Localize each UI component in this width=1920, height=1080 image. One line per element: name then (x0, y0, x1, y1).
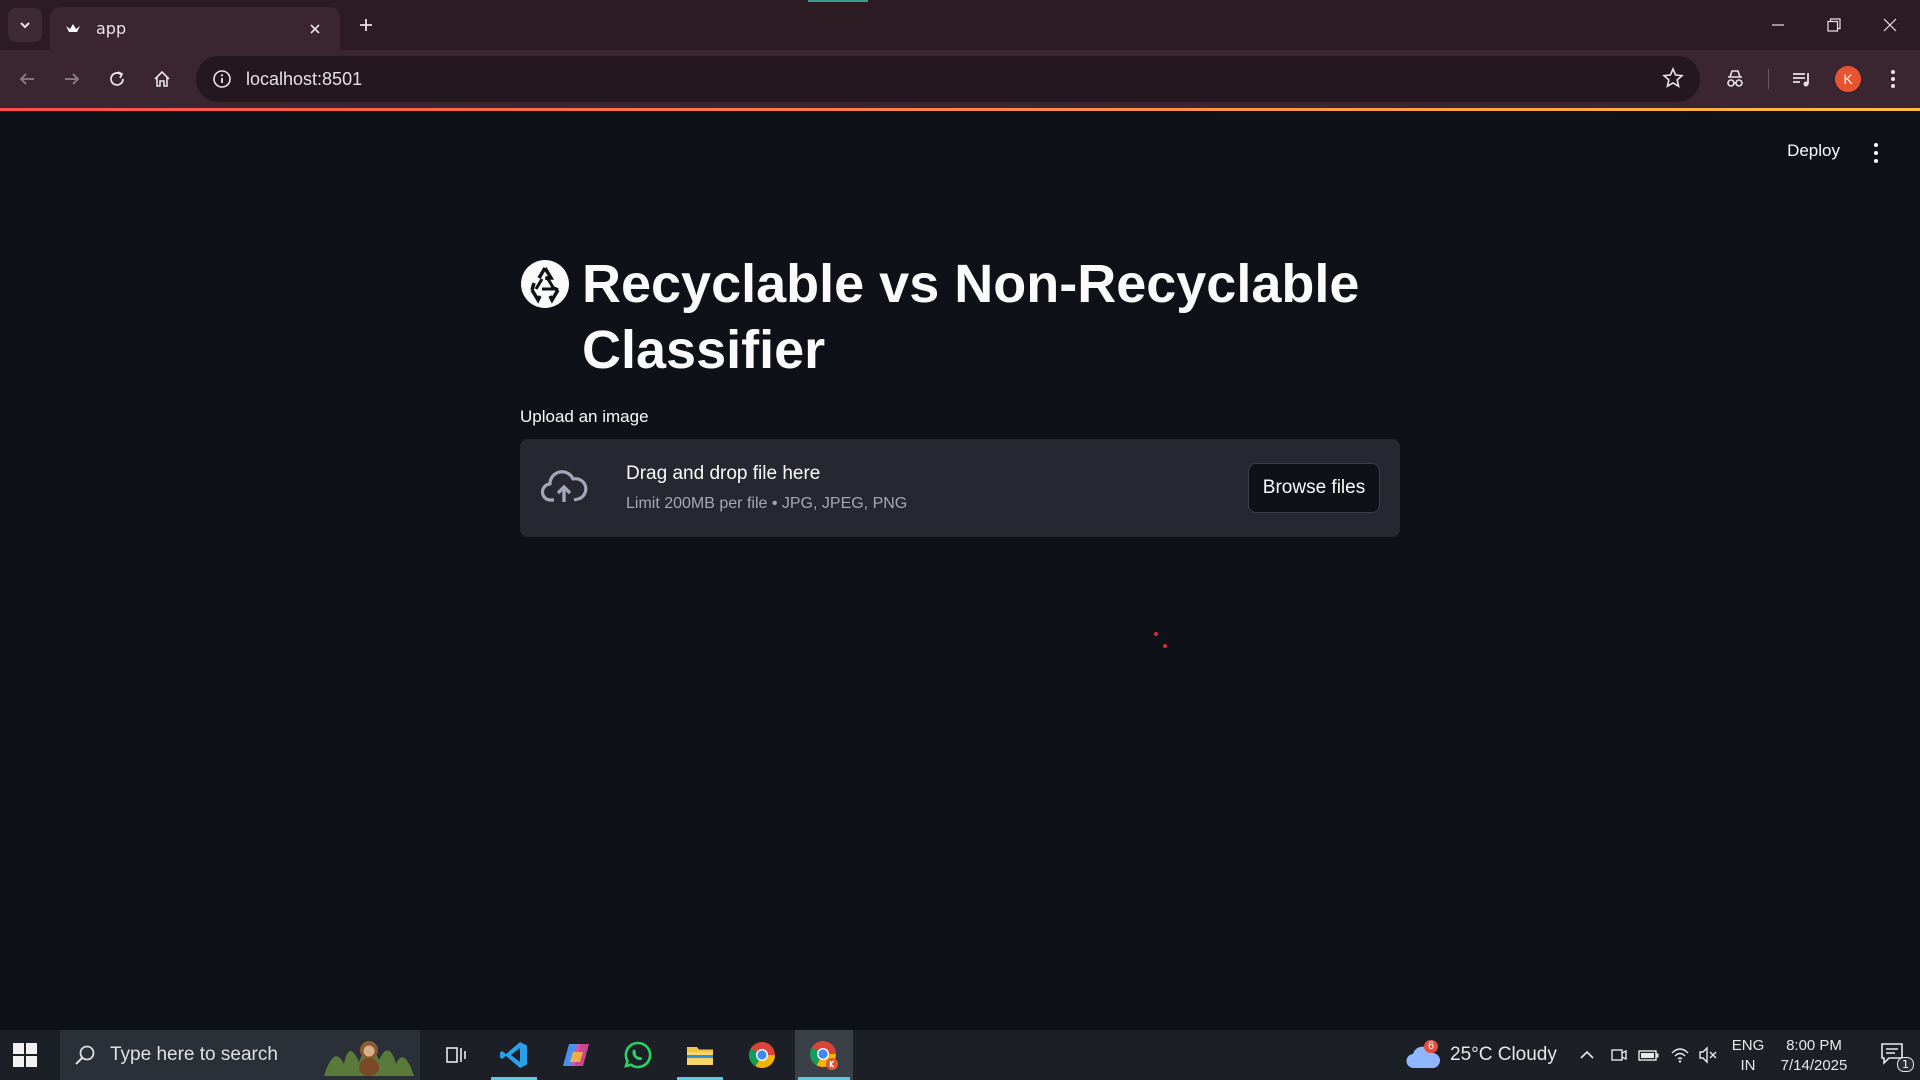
windows-start-icon[interactable] (12, 1042, 38, 1068)
incognito-button[interactable] (1718, 62, 1752, 96)
new-tab-button[interactable] (352, 11, 380, 39)
chrome-profile-taskbar-button[interactable] (795, 1030, 853, 1080)
restore-button[interactable] (1806, 0, 1862, 50)
more-vertical-icon (1891, 70, 1895, 88)
address-bar[interactable]: localhost:8501 (196, 56, 1700, 102)
home-button[interactable] (145, 62, 179, 96)
reload-button[interactable] (100, 62, 134, 96)
whatsapp-icon (624, 1041, 652, 1069)
plus-icon (360, 19, 372, 31)
bookmark-star-icon[interactable] (1662, 67, 1684, 89)
browser-menu-button[interactable] (1876, 62, 1910, 96)
notification-count: 1 (1897, 1057, 1914, 1072)
back-button[interactable] (10, 62, 44, 96)
loading-dot (1163, 644, 1167, 648)
url-text[interactable]: localhost:8501 (246, 69, 362, 90)
browse-files-button[interactable]: Browse files (1248, 463, 1380, 513)
weather-widget[interactable]: 6 25°C Cloudy (1406, 1030, 1557, 1080)
main-content: Recyclable vs Non-Recyclable Classifier … (520, 251, 1400, 537)
network-button[interactable] (1670, 1030, 1690, 1080)
site-info-icon[interactable] (212, 69, 232, 89)
vscode-icon (500, 1042, 527, 1068)
time-text: 8:00 PM (1786, 1037, 1842, 1054)
tab-title: app (96, 19, 127, 38)
browser-toolbar: localhost:8501 K (0, 50, 1920, 108)
folder-icon (687, 1047, 713, 1065)
search-icon (75, 1045, 95, 1065)
date-text: 7/14/2025 (1780, 1057, 1848, 1074)
avatar: K (1835, 66, 1861, 92)
tab-indicator (808, 0, 868, 2)
profile-button[interactable]: K (1831, 62, 1865, 96)
battery-icon (1638, 1050, 1659, 1061)
file-dropzone[interactable]: Drag and drop file here Limit 200MB per … (520, 439, 1400, 537)
media-control-button[interactable] (1785, 62, 1819, 96)
chevron-down-icon (20, 22, 30, 29)
browser-tab[interactable]: app (50, 7, 340, 50)
notification-center-button[interactable]: 1 (1880, 1042, 1914, 1072)
loading-dot (1154, 632, 1158, 636)
file-explorer-taskbar-button[interactable] (674, 1030, 726, 1080)
region-code: IN (1740, 1057, 1756, 1074)
battery-button[interactable] (1638, 1030, 1660, 1080)
close-window-button[interactable] (1862, 0, 1918, 50)
spy-icon (1727, 70, 1743, 87)
deploy-button[interactable]: Deploy (1787, 141, 1840, 161)
taskbar: Type here to search 6 25°C Cloudy ENG IN… (0, 1030, 1920, 1080)
app-view: Deploy Recyclable vs Non-Recyclable Clas… (0, 111, 1920, 1030)
forward-button[interactable] (55, 62, 89, 96)
playlist-icon (1793, 73, 1809, 87)
show-hidden-icons-button[interactable] (1578, 1030, 1596, 1080)
upload-label: Upload an image (520, 407, 649, 426)
tab-search-button[interactable] (8, 8, 42, 42)
toolbar-divider (1768, 69, 1769, 89)
whatsapp-taskbar-button[interactable] (612, 1030, 664, 1080)
chevron-up-icon (1580, 1050, 1594, 1059)
reload-icon (110, 71, 124, 86)
minimize-button[interactable] (1750, 0, 1806, 50)
weather-text: 25°C Cloudy (1450, 1044, 1557, 1065)
arrow-right-icon (65, 73, 80, 85)
camera-icon (1611, 1049, 1627, 1061)
restore-icon (1827, 18, 1841, 32)
meet-now-button[interactable] (1610, 1030, 1628, 1080)
weather-badge: 6 (1424, 1040, 1439, 1053)
system-clock[interactable]: 8:00 PM 7/14/2025 (1774, 1036, 1854, 1076)
minimize-icon (1772, 24, 1784, 26)
chrome-profile-icon (809, 1041, 838, 1070)
dropzone-title: Drag and drop file here (626, 463, 821, 484)
dropzone-limit: Limit 200MB per file • JPG, JPEG, PNG (626, 495, 908, 512)
language-code: ENG (1731, 1037, 1765, 1054)
wifi-icon (1671, 1048, 1689, 1063)
home-icon (154, 70, 170, 87)
cloud-upload-icon (540, 470, 588, 502)
weather-icon-wrap: 6 (1406, 1040, 1440, 1070)
title-text: Recyclable vs Non-Recyclable Classifier (582, 254, 1360, 380)
page-title: Recyclable vs Non-Recyclable Classifier (520, 251, 1400, 383)
streamlit-crown-icon (64, 20, 82, 38)
volume-muted-icon (1699, 1046, 1717, 1064)
chrome-taskbar-button[interactable] (736, 1030, 788, 1080)
search-placeholder: Type here to search (110, 1044, 278, 1065)
close-tab-icon[interactable] (304, 18, 326, 40)
task-view-icon (446, 1047, 466, 1063)
copilot-icon (563, 1044, 589, 1066)
recycle-icon (521, 260, 569, 308)
task-view-button[interactable] (430, 1030, 482, 1080)
language-indicator[interactable]: ENG IN (1730, 1036, 1766, 1076)
arrow-left-icon (19, 73, 34, 85)
vscode-taskbar-button[interactable] (488, 1030, 540, 1080)
close-icon (1883, 18, 1897, 32)
search-highlight-image (324, 1041, 414, 1076)
taskbar-search[interactable]: Type here to search (60, 1030, 420, 1080)
browser-tab-strip: app (0, 0, 1920, 50)
main-menu-icon[interactable] (1872, 143, 1880, 163)
volume-button[interactable] (1698, 1030, 1718, 1080)
copilot-taskbar-button[interactable] (550, 1030, 602, 1080)
chrome-icon (748, 1042, 776, 1069)
